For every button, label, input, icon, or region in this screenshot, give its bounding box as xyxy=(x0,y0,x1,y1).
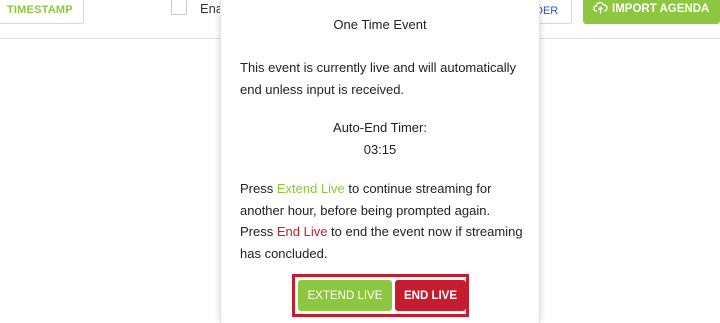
end-live-keyword: End Live xyxy=(276,224,328,239)
import-agenda-button[interactable]: IMPORT AGENDA xyxy=(583,0,720,24)
end-live-button[interactable]: END LIVE xyxy=(395,280,466,311)
auto-end-timer-label: Auto-End Timer: xyxy=(333,120,427,135)
enable-checkbox[interactable] xyxy=(171,0,187,15)
cloud-upload-icon xyxy=(593,1,608,14)
instructions-press-1: Press xyxy=(240,181,277,196)
instructions-text: Press Extend Live to continue streaming … xyxy=(240,178,525,264)
one-time-event-dialog: One Time Event This event is currently l… xyxy=(220,0,540,323)
dialog-title: One Time Event xyxy=(333,17,427,32)
extend-live-button[interactable]: EXTEND LIVE xyxy=(298,280,392,311)
auto-end-timer-value: 03:15 xyxy=(363,142,397,157)
action-buttons-group: EXTEND LIVE END LIVE xyxy=(292,274,469,317)
extend-live-keyword: Extend Live xyxy=(276,181,345,196)
import-agenda-label: IMPORT AGENDA xyxy=(612,3,710,15)
timestamp-button[interactable]: TIMESTAMP xyxy=(0,0,84,24)
live-status-message: This event is currently live and will au… xyxy=(240,60,516,97)
instructions-press-2: Press xyxy=(240,224,277,239)
